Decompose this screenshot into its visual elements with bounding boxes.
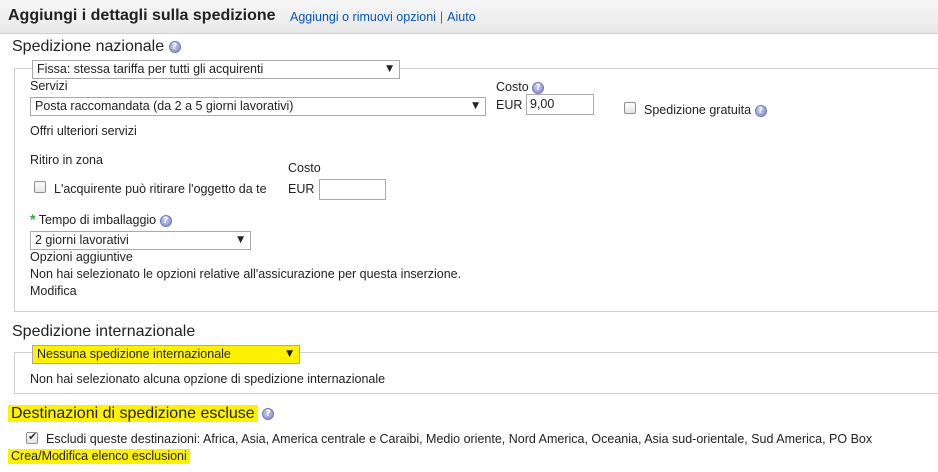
international-status-text: Non hai selezionato alcuna opzione di sp…	[30, 372, 386, 386]
help-link[interactable]: Aiuto	[447, 10, 476, 24]
chevron-down-icon: ▼	[237, 235, 244, 245]
shipping-type-select[interactable]: Fissa: stessa tariffa per tutti gli acqu…	[32, 60, 400, 79]
checkmark-icon: ✔	[28, 430, 38, 443]
services-label: Servizi	[30, 79, 68, 93]
handling-time-select[interactable]: 2 giorni lavorativi ▼	[30, 231, 251, 250]
help-icon[interactable]: ?	[262, 407, 275, 420]
add-remove-options-link[interactable]: Aggiungi o rimuovi opzioni	[290, 10, 436, 24]
exclude-destinations-label: Escludi queste destinazioni: Africa, Asi…	[46, 432, 873, 446]
exclude-destinations-checkbox[interactable]: ✔	[26, 430, 38, 444]
page-title: Aggiungi i dettagli sulla spedizione	[8, 7, 276, 24]
required-marker: *	[30, 211, 36, 227]
pickup-currency: EUR	[288, 182, 315, 196]
pickup-cost-input[interactable]	[319, 179, 386, 200]
cost-input[interactable]: 9,00	[526, 94, 594, 115]
service-value: Posta raccomandata (da 2 a 5 giorni lavo…	[35, 99, 294, 113]
edit-exclusions-link[interactable]: Crea/Modifica elenco esclusioni	[8, 449, 190, 464]
help-icon[interactable]: ?	[159, 214, 172, 227]
pickup-cost-label: Costo	[288, 161, 321, 175]
help-icon[interactable]: ?	[754, 104, 767, 117]
domestic-shipping-title-text: Spedizione nazionale	[12, 38, 165, 55]
international-shipping-title: Spedizione internazionale	[12, 323, 196, 340]
header-links: Aggiungi o rimuovi opzioni | Aiuto	[290, 10, 476, 24]
cost-currency: EUR	[496, 98, 523, 112]
help-icon[interactable]: ?	[168, 40, 181, 53]
handling-time-label: Tempo di imballaggio	[38, 213, 157, 227]
cost-label: Costo	[496, 80, 529, 94]
cost-label-group: Costo ?	[496, 80, 545, 94]
chevron-down-icon: ▼	[472, 101, 479, 111]
excluded-destinations-title: Destinazioni di spedizione escluse	[8, 405, 258, 422]
handling-time-value: 2 giorni lavorativi	[35, 233, 129, 247]
free-shipping-label: Spedizione gratuita	[644, 103, 752, 117]
modify-link[interactable]: Modifica	[30, 284, 77, 298]
link-separator: |	[439, 10, 444, 24]
insurance-text: Non hai selezionato le opzioni relative …	[30, 267, 462, 281]
handling-time-group: * Tempo di imballaggio ?	[30, 211, 172, 227]
more-services-link[interactable]: Offri ulteriori servizi	[30, 124, 137, 138]
service-select[interactable]: Posta raccomandata (da 2 a 5 giorni lavo…	[30, 97, 486, 116]
free-shipping-checkbox[interactable]	[624, 102, 636, 114]
local-pickup-checkbox[interactable]	[34, 181, 46, 193]
local-pickup-label: L'acquirente può ritirare l'oggetto da t…	[54, 182, 267, 196]
domestic-shipping-title: Spedizione nazionale ?	[12, 38, 181, 56]
help-icon[interactable]: ?	[532, 81, 545, 94]
shipping-type-value: Fissa: stessa tariffa per tutti gli acqu…	[37, 62, 264, 76]
international-shipping-select[interactable]: Nessuna spedizione internazionale ▼	[32, 345, 300, 364]
excluded-destinations-title-group: Destinazioni di spedizione escluse ?	[8, 405, 275, 423]
international-shipping-value: Nessuna spedizione internazionale	[37, 347, 231, 361]
free-shipping-group: Spedizione gratuita ?	[644, 103, 767, 117]
extra-options-label: Opzioni aggiuntive	[30, 250, 133, 264]
chevron-down-icon: ▼	[386, 64, 393, 74]
local-pickup-title: Ritiro in zona	[30, 153, 103, 167]
chevron-down-icon: ▼	[286, 349, 293, 359]
